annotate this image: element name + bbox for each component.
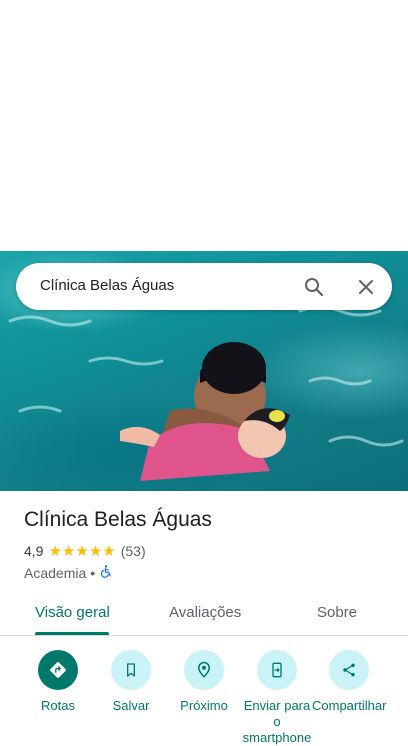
save-label: Salvar xyxy=(112,698,150,713)
search-bar[interactable]: Clínica Belas Águas xyxy=(16,263,392,310)
separator: • xyxy=(90,564,96,581)
tab-about[interactable]: Sobre xyxy=(317,604,357,621)
send-to-phone-label: Enviar para o smartphone xyxy=(242,698,312,745)
search-input[interactable]: Clínica Belas Águas xyxy=(40,277,174,294)
share-label: Compartilhar xyxy=(312,698,387,713)
directions-button[interactable]: Rotas xyxy=(21,650,95,714)
nearby-label: Próximo xyxy=(180,698,228,713)
review-count[interactable]: (53) xyxy=(121,543,146,559)
directions-icon[interactable] xyxy=(38,650,78,690)
star-icon: ★ xyxy=(61,542,76,560)
category-row: Academia • xyxy=(24,564,113,581)
rating-value: 4,9 xyxy=(24,543,44,559)
place-category: Academia xyxy=(24,564,87,581)
wheelchair-accessible-icon xyxy=(99,564,113,581)
nearby-icon[interactable] xyxy=(184,650,224,690)
close-icon[interactable] xyxy=(354,275,378,299)
star-icon: ★ xyxy=(75,542,89,560)
search-icon[interactable] xyxy=(302,275,326,299)
place-tabs: Visão geral Avaliações Sobre xyxy=(0,596,408,636)
star-icon: ★ xyxy=(88,542,103,560)
share-button[interactable]: Compartilhar xyxy=(312,650,386,714)
tab-reviews[interactable]: Avaliações xyxy=(169,604,241,621)
action-buttons: Rotas Salvar Próximo Enviar para o smart… xyxy=(0,650,408,745)
divider xyxy=(0,635,408,636)
star-icon: ★ xyxy=(48,542,62,560)
rating-row[interactable]: 4,9 ★ ★ ★ ★ ★ (53) xyxy=(24,543,146,559)
directions-label: Rotas xyxy=(41,698,75,713)
send-to-phone-button[interactable]: Enviar para o smartphone xyxy=(240,650,314,746)
star-rating: ★ ★ ★ ★ ★ xyxy=(48,544,115,559)
tab-overview[interactable]: Visão geral xyxy=(35,604,110,621)
send-to-phone-icon[interactable] xyxy=(257,650,297,690)
nearby-button[interactable]: Próximo xyxy=(167,650,241,714)
star-icon: ★ xyxy=(102,542,116,560)
blank-area xyxy=(0,0,408,251)
share-icon[interactable] xyxy=(329,650,369,690)
place-title: Clínica Belas Águas xyxy=(24,508,212,531)
save-button[interactable]: Salvar xyxy=(94,650,168,714)
bookmark-icon[interactable] xyxy=(111,650,151,690)
